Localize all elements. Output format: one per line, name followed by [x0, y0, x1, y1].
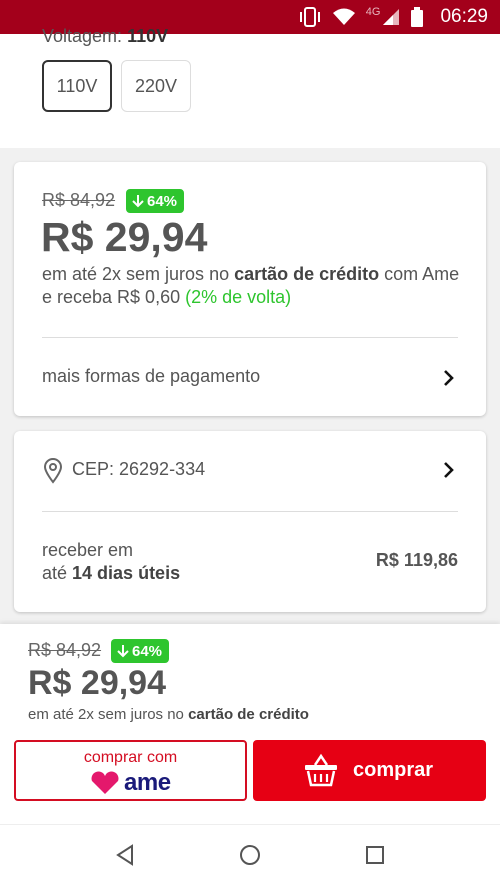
buy-with-ame-label: comprar com: [83, 749, 178, 766]
voltage-option-110v[interactable]: 110V: [42, 60, 112, 112]
divider: [42, 337, 458, 338]
voltage-option-220v[interactable]: 220V: [121, 60, 191, 112]
divider: [42, 511, 458, 512]
price-card: R$ 84,92 64% R$ 29,94 em até 2x sem juro…: [14, 162, 486, 416]
shipping-card: CEP: 26292-334 receber em até 14 dias út…: [14, 431, 486, 612]
current-price: R$ 29,94: [28, 664, 166, 702]
current-price: R$ 29,94: [41, 214, 208, 260]
chevron-right-icon[interactable]: [442, 460, 456, 480]
heart-icon: [91, 771, 119, 794]
network-type: 4G: [365, 6, 381, 18]
buy-with-ame-button[interactable]: comprar com ame: [14, 740, 247, 801]
nav-back-icon[interactable]: [114, 843, 136, 867]
installment-info: em até 2x sem juros no cartão de crédito…: [42, 264, 460, 307]
buy-button-label: comprar: [353, 759, 434, 781]
discount-badge: 64%: [126, 189, 185, 213]
vibrate-icon: [298, 7, 322, 27]
installment-info: em até 2x sem juros no cartão de crédito: [28, 706, 309, 723]
more-payment-label[interactable]: mais formas de pagamento: [42, 366, 260, 387]
navigation-bar: [0, 824, 500, 889]
old-price: R$ 84,92: [28, 640, 102, 660]
location-pin-icon: [43, 458, 63, 484]
arrow-down-icon: [132, 195, 144, 208]
shipping-price: R$ 119,86: [375, 550, 458, 570]
old-price: R$ 84,92: [42, 190, 116, 210]
wifi-icon: [332, 8, 356, 26]
nav-home-icon[interactable]: [238, 843, 262, 867]
basket-icon: [305, 753, 337, 787]
cep-label[interactable]: CEP: 26292-334: [72, 459, 205, 480]
arrow-down-icon: [117, 645, 129, 658]
status-time: 06:29: [440, 6, 488, 27]
delivery-estimate: receber em até 14 dias úteis: [42, 540, 181, 583]
buy-button[interactable]: comprar: [253, 740, 486, 801]
ame-logo: ame: [90, 769, 171, 797]
battery-icon: [410, 7, 424, 27]
voltage-section: Voltagem: 110V 110V 220V: [0, 26, 500, 148]
voltage-label: Voltagem: 110V: [42, 26, 169, 46]
chevron-right-icon[interactable]: [442, 368, 456, 388]
buy-panel: R$ 84,92 64% R$ 29,94 em até 2x sem juro…: [0, 624, 500, 824]
discount-badge: 64%: [111, 639, 170, 663]
nav-recents-icon[interactable]: [364, 843, 386, 867]
signal-icon: [382, 8, 400, 26]
